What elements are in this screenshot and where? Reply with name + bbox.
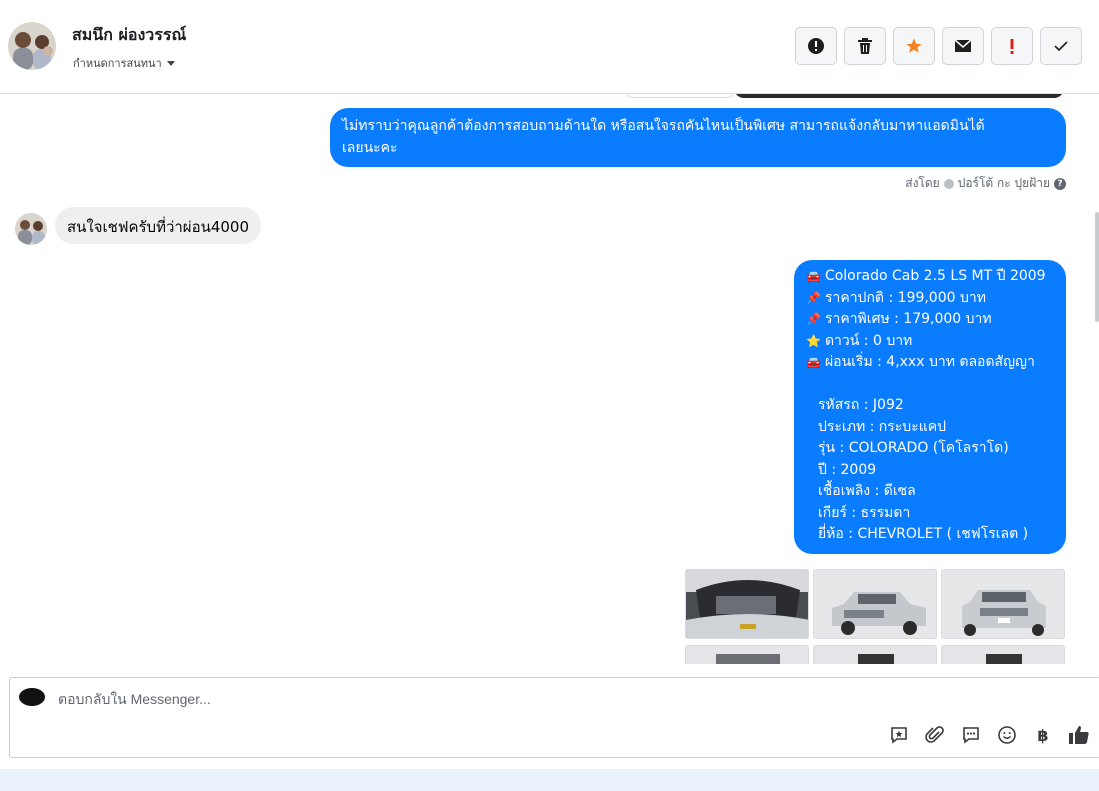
attachment-icon[interactable] <box>924 724 946 746</box>
car-summary-line: ⭐ ดาวน์ : 0 บาท <box>806 331 1054 353</box>
emoji-bullet-icon: 🚘 <box>806 355 821 369</box>
reply-input[interactable] <box>58 688 658 710</box>
emoji-bullet-icon: 🚘 <box>806 269 821 283</box>
help-icon[interactable]: ? <box>1054 177 1066 190</box>
car-photo-5[interactable] <box>813 645 937 664</box>
car-photo-front[interactable] <box>941 569 1065 639</box>
sent-by-prefix: ส่งโดย <box>905 176 940 190</box>
car-details: รหัสรถ : J092 ประเภท : กระบะแคปรุ่น : COL… <box>806 395 1054 546</box>
car-detail-line: ยี่ห้อ : CHEVROLET ( เชฟโรเลต ) <box>818 526 1029 542</box>
baht-icon[interactable]: ฿ <box>1032 724 1054 746</box>
contact-avatar-small[interactable] <box>15 213 47 245</box>
previous-message-edge <box>624 94 736 98</box>
sent-by-name: ปอร์โต้ กะ ปุยฝ้าย <box>957 176 1050 190</box>
car-detail-line: เกียร์ : ธรรมดา <box>818 504 911 521</box>
car-summary-text: ดาวน์ : 0 บาท <box>824 332 913 349</box>
contact-name: สมนึก ผ่องวรรณ์ <box>72 25 187 44</box>
emoji-bullet-icon: 📌 <box>806 290 821 305</box>
emoji-bullet-icon: ⭐ <box>806 333 821 348</box>
like-icon[interactable] <box>1068 724 1090 746</box>
car-listing-message: 🚘 Colorado Cab 2.5 LS MT ปี 2009 📌 ราคาปกติ… <box>794 260 1066 554</box>
composer-tools: ฿ <box>888 724 1090 746</box>
mark-unread-button[interactable] <box>942 27 984 65</box>
car-photo-6[interactable] <box>941 645 1065 664</box>
assign-label: กำหนดการสนทนา <box>73 57 162 70</box>
contact-avatar[interactable] <box>8 22 56 70</box>
trash-icon <box>858 38 872 54</box>
header-actions <box>795 27 1082 65</box>
conversation-header: สมนึก ผ่องวรรณ์ กำหนดการสนทนา <box>0 0 1099 94</box>
saved-reply-icon[interactable] <box>888 724 910 746</box>
car-summary-line: 📌 ราคาปกติ : 199,000 บาท <box>806 288 1054 310</box>
car-summary-line: 🚘 ผ่อนเริ่ม : 4,xxx บาท ตลอดสัญญา <box>806 352 1054 374</box>
car-photo-front-left[interactable] <box>813 569 937 639</box>
car-summary-text: Colorado Cab 2.5 LS MT ปี 2009 <box>824 268 1046 284</box>
message-thread[interactable]: ไม่ทราบว่าคุณลูกค้าต้องการสอบถามด้านใด ห… <box>0 94 1099 664</box>
verified-icon <box>943 178 954 189</box>
bottom-bar <box>0 769 1099 791</box>
car-summary-line: 📌 ราคาพิเศษ : 179,000 บาท <box>806 309 1054 331</box>
car-photo-4[interactable] <box>685 645 809 664</box>
star-button[interactable] <box>893 27 935 65</box>
flag-button[interactable] <box>991 27 1033 65</box>
incoming-message: สนใจเชฟครับที่ว่าผ่อน4000 <box>55 207 262 244</box>
scrollbar[interactable] <box>1095 212 1099 322</box>
car-detail-line: ประเภท : กระบะแคป <box>818 418 946 435</box>
car-detail-line: รุ่น : COLORADO (โคโลราโด) <box>818 440 1009 456</box>
star-icon <box>906 38 922 53</box>
car-summary-text: ผ่อนเริ่ม : 4,xxx บาท ตลอดสัญญา <box>824 354 1035 370</box>
quick-reply-icon[interactable] <box>960 724 982 746</box>
car-detail-line: ปี : 2009 <box>818 461 877 478</box>
car-photo-engine[interactable] <box>685 569 809 639</box>
caret-down-icon <box>166 61 175 66</box>
car-summary-text: ราคาปกติ : 199,000 บาท <box>824 289 986 306</box>
envelope-icon <box>954 39 972 52</box>
assign-conversation-dropdown[interactable]: กำหนดการสนทนา <box>73 54 176 72</box>
car-summary-line: 🚘 Colorado Cab 2.5 LS MT ปี 2009 <box>806 266 1054 288</box>
car-summary: 🚘 Colorado Cab 2.5 LS MT ปี 2009 📌 ราคาปกติ… <box>806 266 1054 374</box>
car-detail-line: รหัสรถ : J092 <box>818 397 904 413</box>
outgoing-message: ไม่ทราบว่าคุณลูกค้าต้องการสอบถามด้านใด ห… <box>330 108 1066 167</box>
previous-image-edge <box>734 94 1064 98</box>
report-button[interactable] <box>795 27 837 65</box>
reply-composer: ฿ <box>9 677 1099 758</box>
check-icon <box>1054 41 1068 52</box>
emoji-icon[interactable] <box>996 724 1018 746</box>
car-detail-line: เชื้อเพลิง : ดีเซล <box>818 483 916 499</box>
exclamation-circle-icon <box>808 38 824 54</box>
exclamation-icon <box>1010 39 1014 54</box>
sent-by-info: ส่งโดย ปอร์โต้ กะ ปุยฝ้าย ? <box>905 174 1066 193</box>
page-logo <box>19 688 45 706</box>
car-summary-text: ราคาพิเศษ : 179,000 บาท <box>824 311 992 327</box>
mark-done-button[interactable] <box>1040 27 1082 65</box>
delete-button[interactable] <box>844 27 886 65</box>
emoji-bullet-icon: 📌 <box>806 312 821 326</box>
